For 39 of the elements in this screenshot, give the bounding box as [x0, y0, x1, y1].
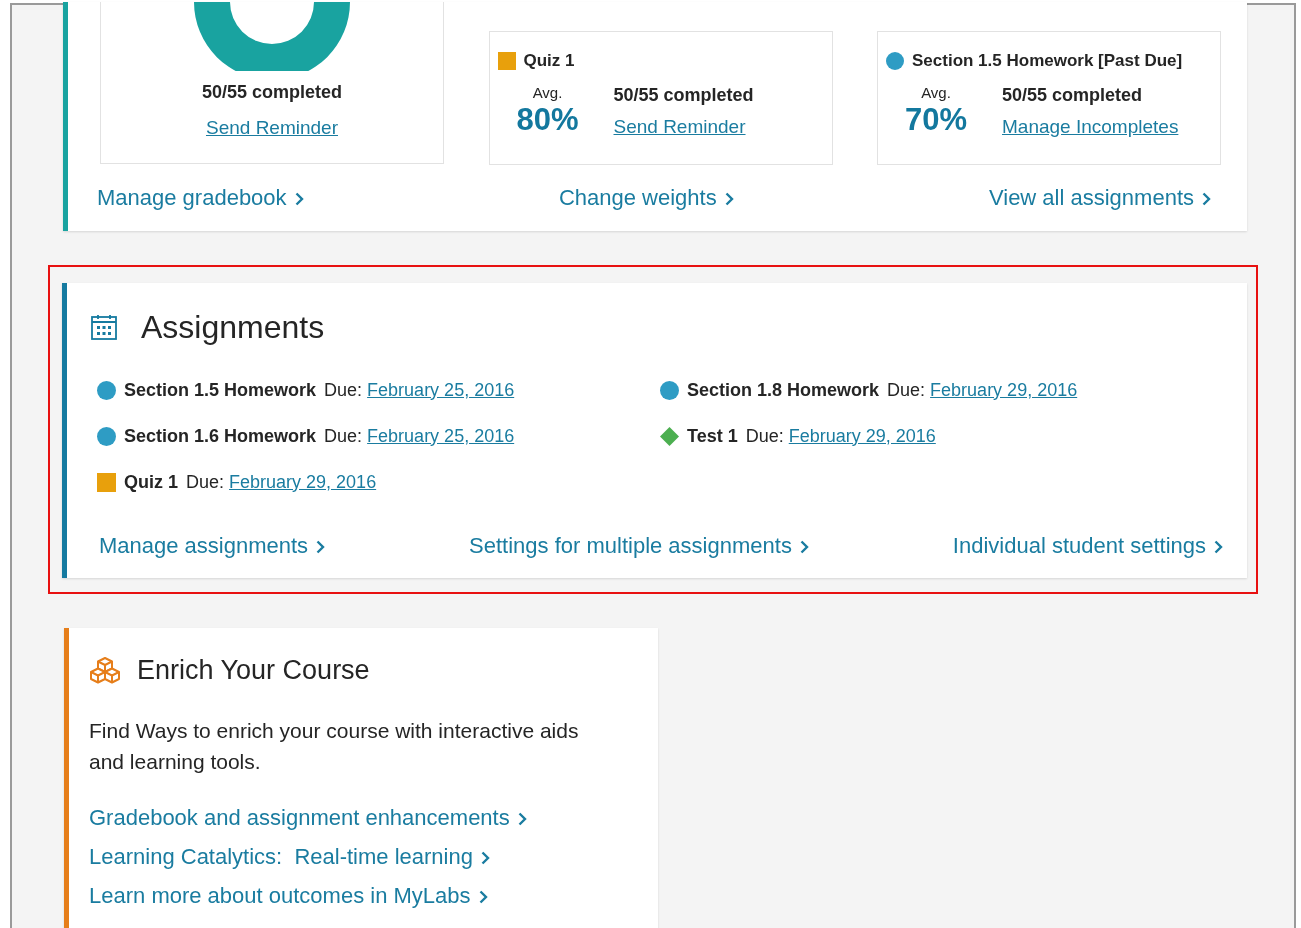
avg-label: Avg.	[921, 82, 951, 103]
due-label: Due:	[324, 378, 363, 402]
due-date-link[interactable]: February 29, 2016	[930, 376, 1078, 404]
assignment-name: Test 1	[687, 424, 738, 448]
description-text: Find Ways to enrich your course with interactive aids and learning tools.	[89, 717, 580, 775]
assignment-name: Section 1.6 Homework	[124, 424, 317, 448]
avg-label: Avg.	[532, 82, 563, 103]
assignment-title: Quiz 1	[523, 50, 575, 72]
section-title: Enrich Your Course	[137, 654, 370, 687]
action-link[interactable]: Manage Incompletes	[1002, 112, 1179, 141]
assignment-name: Section 1.5 Homework	[124, 378, 317, 402]
completed-count: 50/55 completed	[613, 83, 754, 107]
due-label: Due:	[324, 424, 363, 448]
link[interactable]: Learn more about outcomes in MyLabs	[89, 882, 488, 908]
action-link[interactable]: Send Reminder	[613, 112, 754, 141]
link[interactable]: Change weights	[558, 181, 734, 214]
due-label: Due:	[887, 378, 926, 402]
link[interactable]: Learning Catalytics: Real-time learning	[89, 843, 490, 869]
assignment-name: Quiz 1	[124, 470, 178, 494]
assignment-title: Section 1.5 Homework [Past Due]	[912, 50, 1183, 72]
link[interactable]: Manage gradebook	[97, 181, 304, 214]
link[interactable]: Manage assignments	[99, 529, 326, 562]
due-label: Due:	[186, 470, 225, 494]
due-date-link[interactable]: February 25, 2016	[367, 376, 515, 404]
due-date-link[interactable]: February 29, 2016	[788, 422, 936, 450]
due-date-link[interactable]: February 25, 2016	[367, 422, 515, 450]
completed-count: 50/55 completed	[1002, 83, 1144, 107]
average-score: 70%	[904, 104, 967, 135]
link[interactable]: Settings for multiple assignments	[469, 529, 809, 562]
link[interactable]: Individual student settings	[952, 529, 1223, 562]
section-title: Assignments	[141, 308, 325, 347]
due-label: Due:	[745, 424, 784, 448]
average-score: 80%	[516, 104, 579, 135]
send-reminder-link[interactable]: Send Reminder	[206, 114, 338, 143]
link[interactable]: Gradebook and assignment enhancements	[89, 804, 527, 830]
due-date-link[interactable]: February 29, 2016	[229, 468, 377, 496]
completed-count: 50/55 completed	[201, 81, 343, 104]
link[interactable]: View all assignments	[988, 181, 1211, 214]
assignment-name: Section 1.8 Homework	[687, 378, 880, 402]
